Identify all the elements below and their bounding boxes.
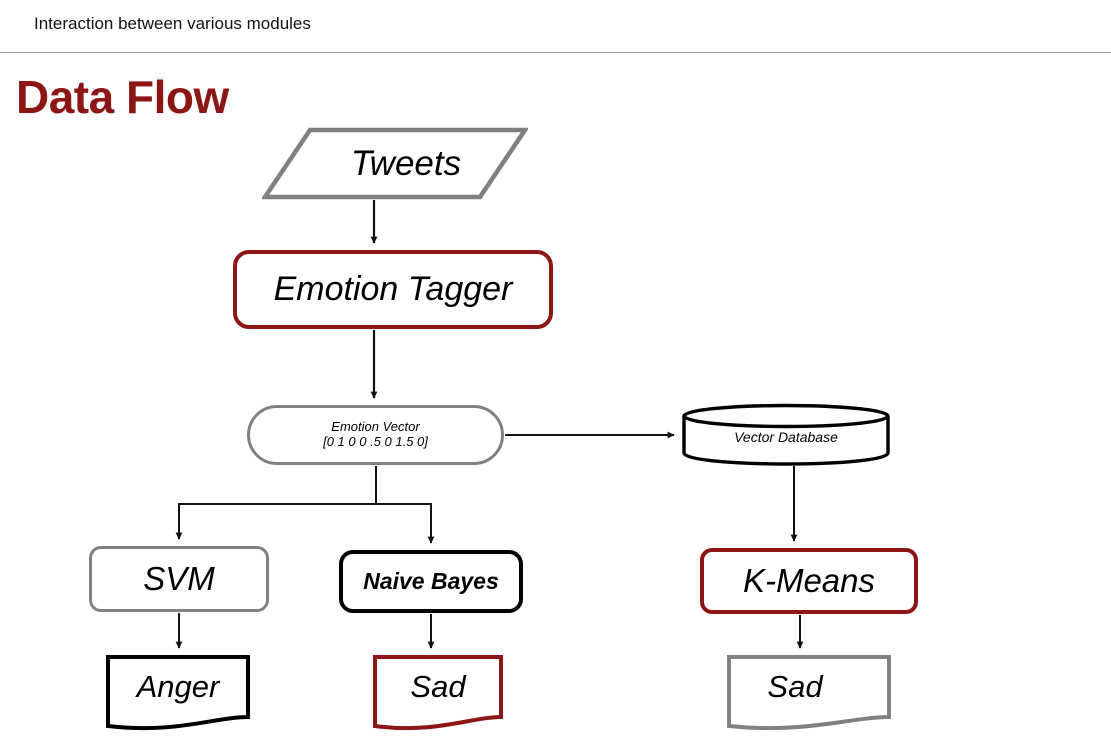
node-emotion-vector-label-line1: Emotion Vector <box>331 419 420 435</box>
node-output-sad-kmeans[interactable]: Sad <box>726 654 892 732</box>
node-tweets[interactable]: Tweets <box>262 127 528 200</box>
node-kmeans[interactable]: K-Means <box>700 548 918 614</box>
data-flow-diagram: Tweets Emotion Tagger Emotion Vector [0 … <box>0 0 1111 738</box>
node-naive-bayes[interactable]: Naive Bayes <box>339 550 523 613</box>
node-svm-label: SVM <box>143 559 215 597</box>
node-output-sad-naive-bayes[interactable]: Sad <box>372 654 504 732</box>
node-emotion-vector-label-line2: [0 1 0 0 .5 0 1.5 0] <box>323 434 428 449</box>
node-emotion-vector[interactable]: Emotion Vector [0 1 0 0 .5 0 1.5 0] <box>247 405 504 465</box>
node-tweets-label: Tweets <box>350 143 462 183</box>
connector-layer <box>175 200 804 649</box>
node-output-anger-label: Anger <box>136 668 220 704</box>
connector-emotion-vector-to-naive-bayes <box>375 466 435 544</box>
node-output-sad-kmeans-label: Sad <box>767 668 823 704</box>
node-kmeans-label: K-Means <box>742 561 876 599</box>
node-output-sad-naive-bayes-label: Sad <box>410 668 466 704</box>
node-output-anger[interactable]: Anger <box>105 654 251 732</box>
node-svm[interactable]: SVM <box>89 546 269 612</box>
connector-emotion-vector-to-svm <box>175 466 377 540</box>
node-emotion-tagger[interactable]: Emotion Tagger <box>233 250 553 329</box>
node-emotion-tagger-label: Emotion Tagger <box>273 270 513 309</box>
node-vector-database[interactable]: Vector Database <box>681 403 891 466</box>
node-vector-database-label: Vector Database <box>734 428 838 445</box>
node-naive-bayes-label: Naive Bayes <box>363 567 499 594</box>
